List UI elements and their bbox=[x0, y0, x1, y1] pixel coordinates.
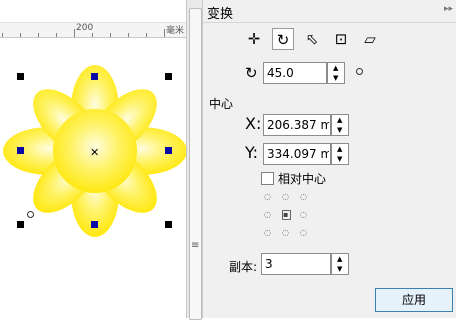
x-position-input[interactable]: 206.387 mm ▲▼ bbox=[263, 114, 349, 136]
transform-mode-bar: ✛ ↻ ⬁ ⊡ ▱ bbox=[243, 28, 443, 50]
panel-header: 变换 ▸▸ bbox=[203, 0, 456, 23]
anchor-point[interactable]: ◌ bbox=[264, 192, 271, 201]
copies-stepper[interactable]: ▲ ▼ bbox=[331, 253, 349, 275]
panel-title: 变换 bbox=[207, 7, 234, 22]
anchor-point[interactable]: ◌ bbox=[300, 210, 307, 219]
center-marker-icon[interactable]: ✕ bbox=[90, 146, 99, 159]
y-position-input[interactable]: 334.097 mm ▲▼ bbox=[263, 143, 349, 165]
center-section-label: 中心 bbox=[209, 97, 234, 111]
node-handle[interactable] bbox=[91, 73, 98, 80]
node-handle[interactable] bbox=[165, 147, 172, 154]
relative-center-label: 相对中心 bbox=[278, 172, 327, 186]
copies-label: 副本: bbox=[229, 260, 258, 274]
rotate-icon[interactable]: ↻ bbox=[272, 28, 294, 50]
flower-shape[interactable] bbox=[0, 0, 186, 318]
grip-icon: ≡ bbox=[191, 240, 200, 251]
selection-handle[interactable] bbox=[17, 73, 24, 80]
position-icon[interactable]: ✛ bbox=[243, 28, 265, 50]
y-label: Y: bbox=[245, 143, 259, 162]
size-icon[interactable]: ⊡ bbox=[330, 28, 352, 50]
anchor-point[interactable]: ◌ bbox=[282, 228, 289, 237]
angle-value: 45.0 bbox=[267, 66, 294, 80]
relative-center-checkbox[interactable] bbox=[261, 172, 274, 185]
vertical-scrollbar[interactable]: ≡ bbox=[186, 0, 203, 320]
transform-docker: 变换 ▸▸ ✛ ↻ ⬁ ⊡ ▱ ↻ 45.0 ▲ ▼ 中心 X: 206.387 … bbox=[202, 0, 456, 318]
selection-handle[interactable] bbox=[165, 73, 172, 80]
scrollbar-thumb[interactable] bbox=[189, 8, 202, 320]
copies-value: 3 bbox=[265, 257, 273, 271]
rotation-angle-icon: ↻ bbox=[245, 64, 258, 82]
node-handle[interactable] bbox=[91, 221, 98, 228]
anchor-point[interactable]: ◌ bbox=[264, 228, 271, 237]
angle-input[interactable]: 45.0 ▲ ▼ bbox=[263, 62, 345, 84]
x-stepper[interactable]: ▲ ▼ bbox=[331, 114, 349, 136]
copies-input[interactable]: 3 ▲ ▼ bbox=[261, 253, 349, 275]
anchor-point[interactable]: ◌ bbox=[282, 192, 289, 201]
selection-handle[interactable] bbox=[17, 221, 24, 228]
x-value: 206.387 mm bbox=[267, 118, 329, 132]
anchor-point[interactable]: ◌ bbox=[264, 210, 271, 219]
anchor-point[interactable]: ◌ bbox=[300, 192, 307, 201]
anchor-point-selected[interactable]: ▪ bbox=[282, 210, 291, 220]
y-stepper[interactable]: ▲ ▼ bbox=[331, 143, 349, 165]
x-label: X: bbox=[245, 114, 262, 133]
selection-handle[interactable] bbox=[165, 221, 172, 228]
skew-icon[interactable]: ▱ bbox=[359, 28, 381, 50]
angle-stepper[interactable]: ▲ ▼ bbox=[327, 62, 345, 84]
y-value: 334.097 mm bbox=[267, 147, 329, 161]
degree-icon bbox=[356, 68, 363, 75]
node-handle[interactable] bbox=[17, 147, 24, 154]
rotation-pivot-handle[interactable] bbox=[27, 211, 34, 218]
drawing-canvas[interactable]: 200 毫米 ✕ bbox=[0, 0, 186, 318]
scale-icon[interactable]: ⬁ bbox=[301, 28, 323, 50]
anchor-point[interactable]: ◌ bbox=[300, 228, 307, 237]
apply-button[interactable]: 应用 bbox=[375, 288, 453, 312]
double-chevron-right-icon[interactable]: ▸▸ bbox=[444, 4, 453, 14]
